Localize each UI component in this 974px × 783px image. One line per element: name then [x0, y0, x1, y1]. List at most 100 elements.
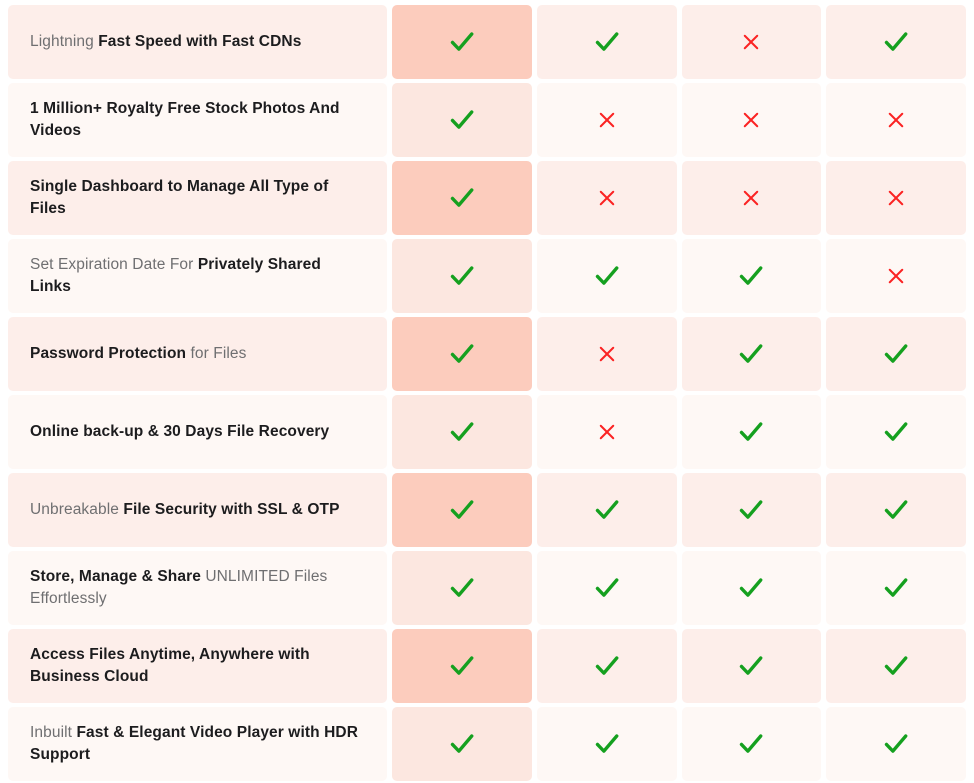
- comparison-cell-col1: [392, 83, 532, 157]
- cross-icon: [597, 422, 617, 442]
- comparison-cell-col1: [392, 707, 532, 781]
- feature-text-plain: Inbuilt: [30, 724, 77, 741]
- comparison-cell-col1: [392, 473, 532, 547]
- feature-label-cell: Password Protection for Files: [8, 317, 387, 391]
- feature-text-emphasis: 1 Million+ Royalty Free Stock Photos And…: [30, 100, 340, 139]
- table-row: Unbreakable File Security with SSL & OTP: [0, 473, 974, 547]
- table-row: Access Files Anytime, Anywhere with Busi…: [0, 629, 974, 703]
- check-icon: [449, 653, 475, 679]
- comparison-cell-col3: [681, 707, 822, 781]
- comparison-cell-col4: [826, 707, 966, 781]
- comparison-cell-col4: [826, 239, 966, 313]
- check-icon: [883, 419, 909, 445]
- comparison-cell-col4: [826, 473, 966, 547]
- check-icon: [449, 29, 475, 55]
- feature-label-text: Password Protection for Files: [30, 343, 247, 365]
- check-icon: [449, 575, 475, 601]
- feature-label-text: Unbreakable File Security with SSL & OTP: [30, 499, 340, 521]
- check-icon: [594, 263, 620, 289]
- comparison-cell-col2: [536, 161, 677, 235]
- check-icon: [738, 731, 764, 757]
- check-icon: [449, 497, 475, 523]
- feature-text-emphasis: Fast Speed with Fast CDNs: [98, 33, 302, 50]
- feature-label-cell: 1 Million+ Royalty Free Stock Photos And…: [8, 83, 387, 157]
- cross-icon: [741, 188, 761, 208]
- comparison-cell-col4: [826, 551, 966, 625]
- feature-comparison-table: Lightning Fast Speed with Fast CDNs 1 Mil…: [0, 0, 974, 781]
- table-row: Password Protection for Files: [0, 317, 974, 391]
- check-icon: [449, 419, 475, 445]
- check-icon: [883, 575, 909, 601]
- comparison-cell-col3: [681, 629, 822, 703]
- check-icon: [449, 341, 475, 367]
- comparison-cell-col1: [392, 161, 532, 235]
- feature-text-plain: Lightning: [30, 33, 99, 50]
- feature-text-plain: for Files: [186, 345, 247, 362]
- cross-icon: [597, 344, 617, 364]
- comparison-cell-col2: [536, 473, 677, 547]
- feature-label-cell: Unbreakable File Security with SSL & OTP: [8, 473, 387, 547]
- feature-text-plain: Unbreakable: [30, 501, 124, 518]
- feature-label-text: Set Expiration Date For Privately Shared…: [30, 254, 365, 298]
- comparison-cell-col4: [826, 317, 966, 391]
- check-icon: [738, 575, 764, 601]
- check-icon: [883, 29, 909, 55]
- check-icon: [883, 341, 909, 367]
- feature-text-emphasis: Access Files Anytime, Anywhere with Busi…: [30, 646, 310, 685]
- check-icon: [449, 263, 475, 289]
- comparison-cell-col2: [536, 5, 677, 79]
- check-icon: [594, 29, 620, 55]
- table-row: Online back-up & 30 Days File Recovery: [0, 395, 974, 469]
- check-icon: [594, 653, 620, 679]
- comparison-cell-col4: [826, 83, 966, 157]
- comparison-cell-col4: [826, 161, 966, 235]
- comparison-cell-col2: [536, 551, 677, 625]
- comparison-cell-col2: [536, 707, 677, 781]
- feature-label-cell: Lightning Fast Speed with Fast CDNs: [8, 5, 387, 79]
- comparison-cell-col2: [536, 629, 677, 703]
- comparison-cell-col3: [681, 161, 822, 235]
- comparison-cell-col4: [826, 5, 966, 79]
- comparison-cell-col3: [681, 5, 822, 79]
- feature-text-emphasis: Single Dashboard to Manage All Type of F…: [30, 178, 329, 217]
- table-row: Store, Manage & Share UNLIMITED Files Ef…: [0, 551, 974, 625]
- table-row: Lightning Fast Speed with Fast CDNs: [0, 5, 974, 79]
- check-icon: [883, 731, 909, 757]
- comparison-cell-col3: [681, 317, 822, 391]
- feature-label-cell: Access Files Anytime, Anywhere with Busi…: [8, 629, 387, 703]
- comparison-cell-col2: [536, 395, 677, 469]
- feature-label-text: Online back-up & 30 Days File Recovery: [30, 421, 329, 443]
- comparison-cell-col1: [392, 395, 532, 469]
- check-icon: [594, 575, 620, 601]
- comparison-cell-col1: [392, 551, 532, 625]
- cross-icon: [741, 110, 761, 130]
- feature-label-cell: Store, Manage & Share UNLIMITED Files Ef…: [8, 551, 387, 625]
- cross-icon: [741, 32, 761, 52]
- check-icon: [738, 497, 764, 523]
- check-icon: [449, 107, 475, 133]
- check-icon: [738, 341, 764, 367]
- comparison-cell-col2: [536, 317, 677, 391]
- table-row: Set Expiration Date For Privately Shared…: [0, 239, 974, 313]
- check-icon: [738, 419, 764, 445]
- table-row: Single Dashboard to Manage All Type of F…: [0, 161, 974, 235]
- comparison-cell-col3: [681, 395, 822, 469]
- check-icon: [449, 731, 475, 757]
- cross-icon: [597, 110, 617, 130]
- check-icon: [883, 497, 909, 523]
- comparison-cell-col3: [681, 473, 822, 547]
- check-icon: [883, 653, 909, 679]
- table-row: 1 Million+ Royalty Free Stock Photos And…: [0, 83, 974, 157]
- cross-icon: [597, 188, 617, 208]
- check-icon: [594, 731, 620, 757]
- table-row: Inbuilt Fast & Elegant Video Player with…: [0, 707, 974, 781]
- comparison-cell-col4: [826, 395, 966, 469]
- feature-label-text: Store, Manage & Share UNLIMITED Files Ef…: [30, 566, 365, 610]
- comparison-cell-col1: [392, 629, 532, 703]
- feature-label-text: Single Dashboard to Manage All Type of F…: [30, 176, 365, 220]
- cross-icon: [886, 266, 906, 286]
- check-icon: [738, 263, 764, 289]
- check-icon: [449, 185, 475, 211]
- feature-label-cell: Single Dashboard to Manage All Type of F…: [8, 161, 387, 235]
- feature-text-emphasis: Fast & Elegant Video Player with HDR Sup…: [30, 724, 358, 763]
